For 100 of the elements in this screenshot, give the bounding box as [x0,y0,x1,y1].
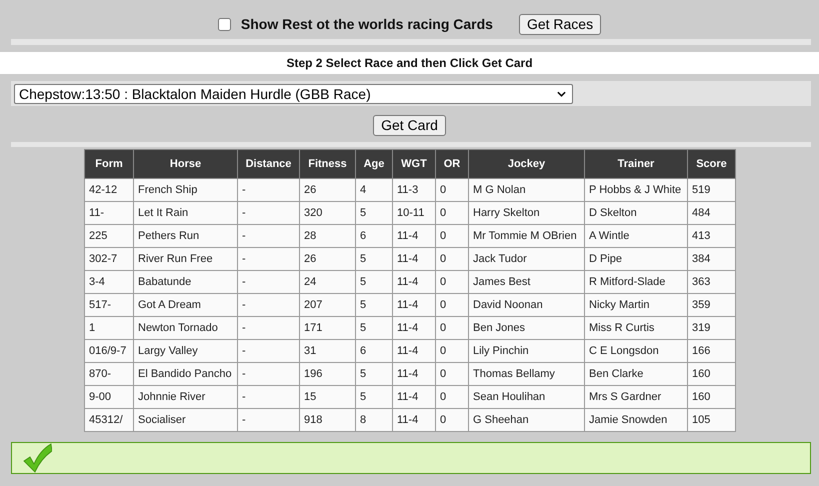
table-cell: A Wintle [584,224,688,248]
table-cell: - [238,362,300,386]
table-cell: - [238,202,300,224]
table-cell: 11-4 [392,224,436,248]
get-races-button[interactable]: Get Races [518,14,602,34]
table-cell: 5 [356,386,392,408]
table-cell: - [238,316,300,340]
caret-icon [557,90,566,96]
table-cell: Jack Tudor [468,248,584,270]
table-cell: 5 [356,248,392,270]
table-cell: Miss R Curtis [584,316,688,340]
table-cell: 166 [688,340,736,362]
table-cell: - [238,386,300,408]
table-cell: 196 [300,362,356,386]
table-cell: C E Longsdon [584,340,688,362]
table-cell: 359 [688,294,736,316]
table-cell: Newton Tornado [134,316,238,340]
table-cell: - [238,224,300,248]
table-cell: 15 [300,386,356,408]
table-cell: 5 [356,202,392,224]
table-cell: Thomas Bellamy [468,362,584,386]
table-cell: 0 [436,178,468,202]
column-header: Distance [238,150,300,178]
table-cell: 3-4 [84,270,134,294]
table-cell: 0 [436,294,468,316]
table-cell: Ben Jones [468,316,584,340]
table-cell: Mrs S Gardner [584,386,688,408]
table-cell: 5 [356,294,392,316]
table-cell: 413 [688,224,736,248]
table-cell: Let It Rain [134,202,238,224]
race-select[interactable]: Chepstow:13:50 : Blacktalon Maiden Hurdle (GBB Race) [14,84,573,104]
table-cell: 6 [356,340,392,362]
table-cell: 45312/ [84,408,134,432]
table-cell: 31 [300,340,356,362]
table-cell: 0 [436,248,468,270]
table-cell: - [238,340,300,362]
table-cell: David Noonan [468,294,584,316]
step-heading: Step 2 Select Race and then Click Get Card [286,56,533,70]
table-cell: River Run Free [134,248,238,270]
table-cell: 11-4 [392,340,436,362]
table-cell: 5 [356,362,392,386]
table-cell: 0 [436,362,468,386]
table-cell: 11-4 [392,248,436,270]
table-cell: P Hobbs & J White [584,178,688,202]
table-cell: 0 [436,224,468,248]
table-cell: 11-4 [392,386,436,408]
table-cell: Got A Dream [134,294,238,316]
table-cell: 0 [436,340,468,362]
table-cell: M G Nolan [468,178,584,202]
table-cell: 363 [688,270,736,294]
table-cell: 160 [688,386,736,408]
table-cell: Largy Valley [134,340,238,362]
table-cell: 5 [356,270,392,294]
column-header: WGT [392,150,436,178]
column-header: OR [436,150,468,178]
table-cell: Sean Houlihan [468,386,584,408]
table-cell: 171 [300,316,356,340]
table-cell: 0 [436,316,468,340]
table-cell: 016/9-7 [84,340,134,362]
table-cell: 11-4 [392,316,436,340]
table-cell: 519 [688,178,736,202]
table-cell: Mr Tommie M OBrien [468,224,584,248]
table-cell: D Skelton [584,202,688,224]
table-cell: 320 [300,202,356,224]
table-cell: Socialiser [134,408,238,432]
checkbox[interactable] [218,18,231,30]
table-cell: 384 [688,248,736,270]
column-header: Fitness [300,150,356,178]
column-header: Form [84,150,134,178]
checkbox-label: Show Rest ot the worlds racing Cards [240,16,493,32]
table-cell: Johnnie River [134,386,238,408]
table-cell: 11-4 [392,362,436,386]
table-cell: 11- [84,202,134,224]
table-cell: 225 [84,224,134,248]
table-cell: 319 [688,316,736,340]
table-cell: Lily Pinchin [468,340,584,362]
table-cell: Babatunde [134,270,238,294]
table-cell: - [238,408,300,432]
table-cell: 11-3 [392,178,436,202]
table-cell: Jamie Snowden [584,408,688,432]
checkmark-icon [22,443,52,473]
column-header: Trainer [584,150,688,178]
table-cell: 517- [84,294,134,316]
table-cell: 24 [300,270,356,294]
table-cell: 870- [84,362,134,386]
table-cell: G Sheehan [468,408,584,432]
table-cell: - [238,248,300,270]
table-cell: 10-11 [392,202,436,224]
table-cell: 6 [356,224,392,248]
table-cell: - [238,270,300,294]
table-cell: 11-4 [392,294,436,316]
table-cell: 8 [356,408,392,432]
get-card-button[interactable]: Get Card [373,115,446,136]
table-cell: 1 [84,316,134,340]
table-cell: 11-4 [392,408,436,432]
table-cell: 9-00 [84,386,134,408]
column-header: Jockey [468,150,584,178]
table-cell: French Ship [134,178,238,202]
column-header: Horse [134,150,238,178]
table-cell: Pethers Run [134,224,238,248]
